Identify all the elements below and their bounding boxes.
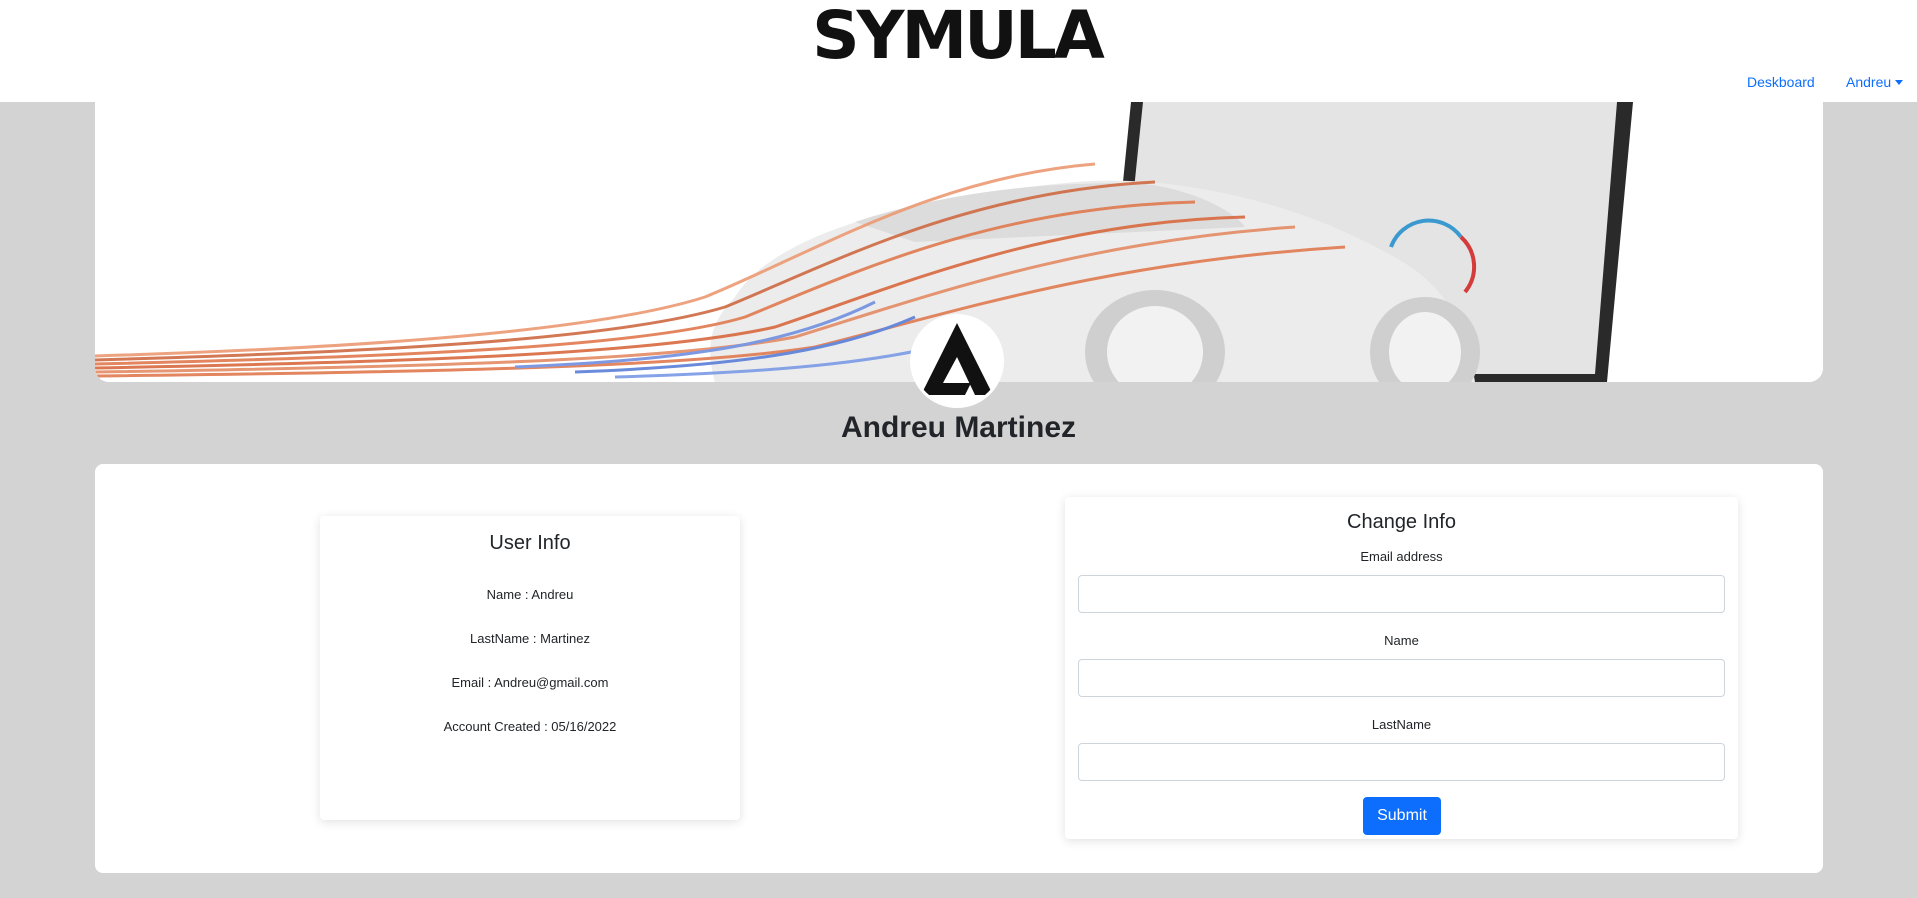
account-created-text: Account Created : 05/16/2022 bbox=[443, 719, 617, 734]
email-field[interactable] bbox=[1078, 575, 1725, 613]
nav-dashboard-link[interactable]: Deskboard bbox=[1747, 74, 1815, 90]
user-name-text: Name : Andreu bbox=[486, 587, 574, 602]
email-label: Email address bbox=[1360, 549, 1443, 564]
submit-button[interactable]: Submit bbox=[1363, 797, 1441, 835]
user-menu-label: Andreu bbox=[1846, 74, 1892, 90]
symula-logo[interactable]: SYMULA bbox=[805, 0, 1110, 66]
lastname-label: LastName bbox=[1371, 717, 1432, 732]
svg-text:SYMULA: SYMULA bbox=[812, 0, 1105, 66]
profile-avatar[interactable] bbox=[910, 314, 1004, 408]
name-field[interactable] bbox=[1078, 659, 1725, 697]
user-info-title: User Info bbox=[489, 532, 571, 554]
user-info-card: User Info Name : Andreu LastName : Marti… bbox=[320, 516, 740, 820]
caret-down-icon bbox=[1895, 80, 1904, 85]
symula-delta-logo-icon bbox=[913, 317, 1001, 405]
user-lastname-text: LastName : Martinez bbox=[470, 631, 590, 646]
lastname-field[interactable] bbox=[1078, 743, 1725, 781]
top-navbar: SYMULA Deskboard Andreu bbox=[0, 0, 1917, 102]
change-info-form: Change Info Email address Name LastName … bbox=[1065, 497, 1738, 839]
profile-name-heading: Andreu Martinez bbox=[840, 411, 1077, 444]
change-info-title: Change Info bbox=[1347, 511, 1456, 533]
user-email-text: Email : Andreu@gmail.com bbox=[451, 675, 609, 690]
name-label: Name bbox=[1384, 633, 1419, 648]
user-menu-dropdown[interactable]: Andreu bbox=[1846, 74, 1904, 90]
